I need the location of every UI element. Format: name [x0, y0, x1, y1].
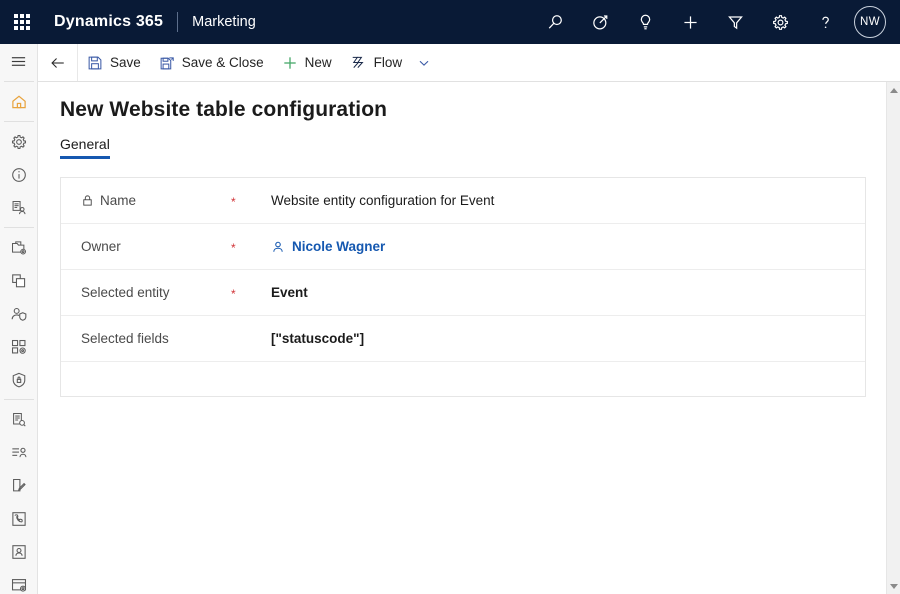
document-search-icon[interactable]: [0, 403, 38, 436]
save-and-close-button[interactable]: Save & Close: [150, 44, 273, 81]
grid-gear-icon[interactable]: [0, 330, 38, 363]
new-button[interactable]: New: [273, 44, 341, 81]
copy-icon[interactable]: [0, 264, 38, 297]
waffle-grid-icon[interactable]: [0, 0, 44, 44]
person-shield-icon[interactable]: [0, 297, 38, 330]
rail-divider: [3, 227, 34, 228]
scroll-up-arrow-icon[interactable]: [887, 82, 900, 98]
person-icon: [271, 240, 285, 254]
search-icon[interactable]: [533, 0, 578, 44]
phone-card-icon[interactable]: [0, 502, 38, 535]
relationship-assistant-icon[interactable]: [578, 0, 623, 44]
save-button[interactable]: Save: [78, 44, 150, 81]
selected-fields-field-label: Selected fields: [81, 331, 231, 346]
document-pencil-icon[interactable]: [0, 469, 38, 502]
back-arrow-icon[interactable]: [38, 44, 78, 81]
selected-fields-required-marker: [231, 338, 253, 340]
scroll-down-arrow-icon[interactable]: [887, 578, 900, 594]
owner-field-row[interactable]: Owner * Nicole Wagner: [61, 224, 865, 270]
name-label-text: Name: [100, 193, 137, 208]
app-name-label[interactable]: Marketing: [192, 14, 256, 30]
general-section-card: Name * Website entity configuration for …: [60, 177, 866, 397]
contact-card-icon[interactable]: [0, 535, 38, 568]
flow-icon: [350, 54, 367, 71]
name-field-row[interactable]: Name * Website entity configuration for …: [61, 178, 865, 224]
plus-icon: [282, 55, 298, 71]
flow-button[interactable]: Flow: [341, 44, 412, 81]
rail-divider: [3, 121, 34, 122]
name-required-marker: *: [231, 194, 236, 209]
new-button-label: New: [304, 55, 332, 70]
document-person-icon[interactable]: [0, 191, 38, 224]
command-bar: Save Save & Close New Flow: [38, 44, 900, 82]
name-field-value[interactable]: Website entity configuration for Event: [253, 193, 494, 208]
top-navigation-bar: Dynamics 365 Marketing NW: [0, 0, 900, 44]
owner-field-label: Owner: [81, 239, 231, 254]
brand-divider: [177, 12, 179, 32]
owner-label-text: Owner: [81, 239, 121, 254]
tab-general[interactable]: General: [60, 136, 110, 159]
flow-button-label: Flow: [373, 55, 403, 70]
save-close-icon: [159, 55, 175, 71]
lock-icon: [81, 194, 94, 207]
folder-gear-icon[interactable]: [0, 231, 38, 264]
vertical-scrollbar[interactable]: [886, 82, 900, 594]
selected-fields-field-row[interactable]: Selected fields ["statuscode"]: [61, 316, 865, 362]
gear-icon[interactable]: [758, 0, 803, 44]
left-navigation-rail: S: [0, 44, 38, 594]
selected-entity-field-value[interactable]: Event: [253, 285, 308, 300]
navbar-actions: NW: [533, 0, 900, 44]
shield-lock-icon[interactable]: [0, 363, 38, 396]
selected-entity-field-label: Selected entity: [81, 285, 231, 300]
name-field-label: Name: [81, 193, 231, 208]
window-gear-icon[interactable]: [0, 568, 38, 594]
selected-entity-required-marker: *: [231, 286, 236, 301]
card-filler-row: [61, 362, 865, 396]
help-icon[interactable]: [803, 0, 848, 44]
save-icon: [87, 55, 103, 71]
selected-fields-label-text: Selected fields: [81, 331, 169, 346]
gear-icon[interactable]: [0, 125, 38, 158]
selected-entity-field-row[interactable]: Selected entity * Event: [61, 270, 865, 316]
form-tabs: General: [38, 136, 886, 159]
list-person-icon[interactable]: [0, 436, 38, 469]
selected-fields-field-value[interactable]: ["statuscode"]: [253, 331, 364, 346]
avatar[interactable]: NW: [854, 6, 886, 38]
dynamics365-app-window: Dynamics 365 Marketing NW Save Save & Cl…: [0, 0, 900, 594]
page-title: New Website table configuration: [60, 98, 388, 121]
form-content-area: New Website table configuration General …: [38, 82, 886, 594]
selected-entity-label-text: Selected entity: [81, 285, 170, 300]
brand-title[interactable]: Dynamics 365: [54, 13, 163, 31]
chevron-down-icon[interactable]: [411, 44, 437, 81]
rail-divider: [3, 399, 34, 400]
owner-required-marker: *: [231, 240, 236, 255]
owner-field-value[interactable]: Nicole Wagner: [253, 239, 385, 254]
save-button-label: Save: [110, 55, 141, 70]
hamburger-icon[interactable]: [0, 44, 38, 78]
home-icon[interactable]: [0, 85, 38, 118]
info-icon[interactable]: [0, 158, 38, 191]
owner-name-link[interactable]: Nicole Wagner: [292, 239, 385, 254]
filter-icon[interactable]: [713, 0, 758, 44]
lightbulb-icon[interactable]: [623, 0, 668, 44]
tab-general-label: General: [60, 136, 110, 152]
add-icon[interactable]: [668, 0, 713, 44]
rail-divider: [3, 81, 34, 82]
save-and-close-button-label: Save & Close: [181, 55, 264, 70]
